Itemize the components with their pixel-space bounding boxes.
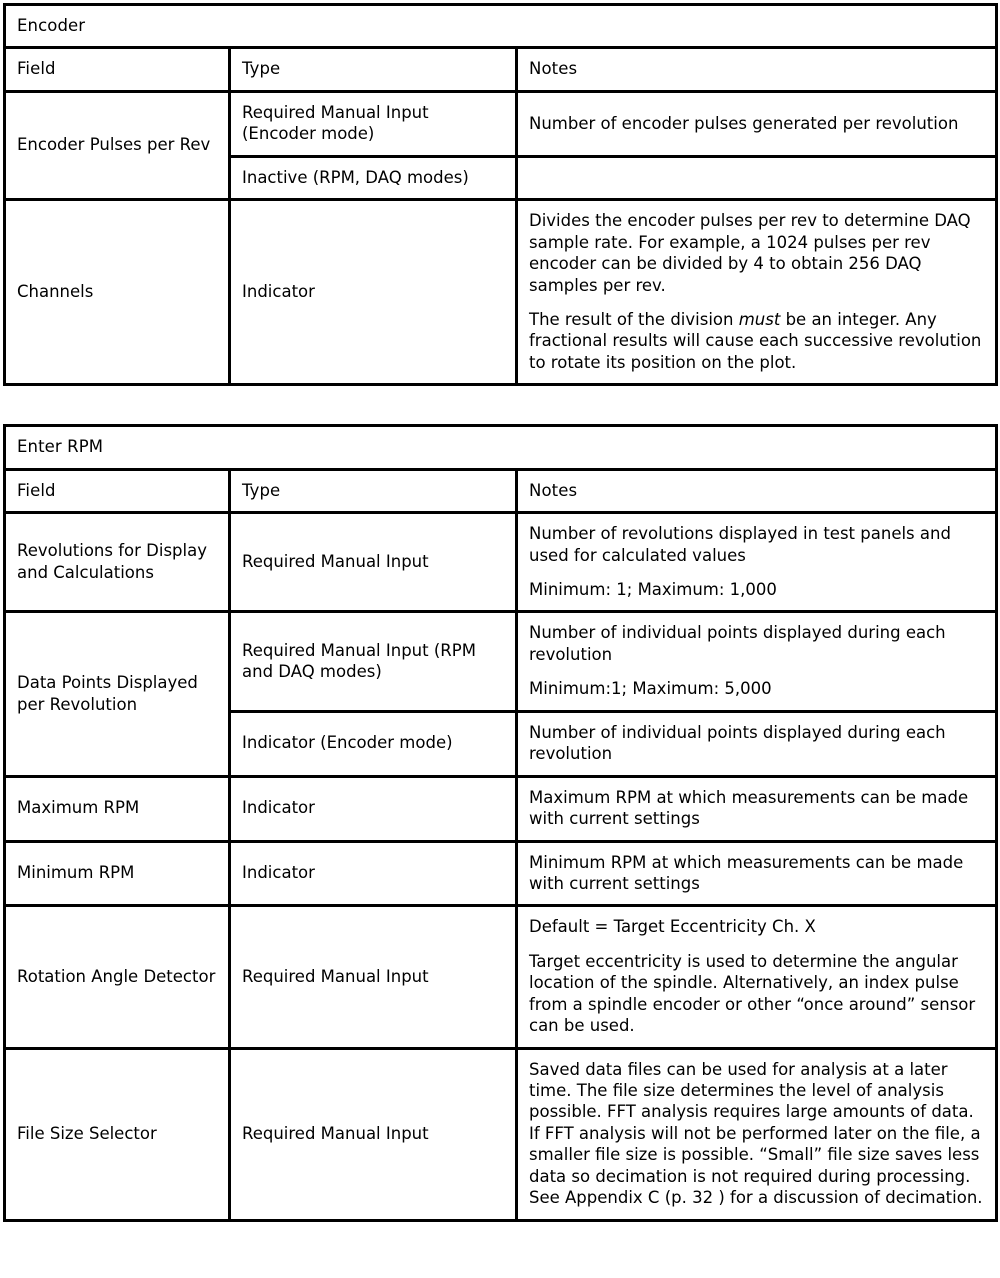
field-name-cell: Encoder Pulses per Rev [3,89,231,202]
field-name-cell: Maximum RPM [3,774,231,843]
field-type-cell: Required Manual Input (Encoder mode) [228,89,518,158]
note-paragraph: Target eccentricity is used to determine… [529,951,976,1036]
note-paragraph: Maximum RPM at which measurements can be… [529,787,969,829]
field-notes-cell: Number of individual points displayed du… [515,610,998,713]
field-notes-cell: Number of individual points displayed du… [515,709,998,778]
field-notes-cell: Minimum RPM at which measurements can be… [515,839,998,908]
column-header-field: Field [3,46,231,93]
section-title-encoder: Encoder [2,2,999,50]
field-name-cell: Revolutions for Display and Calculations [3,511,231,614]
note-paragraph: Default = Target Eccentricity Ch. X [529,917,816,937]
table-row: Maximum RPM Indicator Maximum RPM at whi… [3,774,998,843]
table-row: Revolutions for Display and Calculations… [3,511,998,614]
column-header-notes: Notes [515,467,998,515]
table-row: Channels Indicator Divides the encoder p… [3,198,999,387]
table-section-title-row: Encoder [2,2,999,50]
note-paragraph: The result of the division must be an in… [529,309,982,372]
field-name-cell: Minimum RPM [3,839,231,908]
table-row: Encoder Pulses per Rev Required Manual I… [3,89,999,202]
column-header-type: Type [228,46,518,93]
table-row: Rotation Angle Detector Required Manual … [3,904,998,1050]
field-type-cell: Required Manual Input [228,1046,518,1222]
field-type-cell: Indicator [228,198,518,387]
table-row: Data Points Displayed per Revolution Req… [3,610,998,778]
table-section-title-row: Enter RPM [3,424,998,471]
note-paragraph: Minimum:1; Maximum: 5,000 [529,679,772,699]
emphasized-word: must [738,309,781,329]
document-page: Encoder Field Type Notes Encoder Pulses … [0,0,1000,1278]
note-paragraph: Saved data files can be used for analysi… [529,1059,983,1208]
field-notes-cell: Number of encoder pulses generated per r… [514,89,999,158]
section-title-enter-rpm: Enter RPM [3,424,998,471]
note-paragraph: Number of revolutions displayed in test … [529,524,951,565]
table-row: File Size Selector Required Manual Input… [3,1046,998,1222]
note-paragraph: Number of individual points displayed du… [529,722,946,764]
note-paragraph: Number of individual points displayed du… [529,623,946,664]
field-name-cell: File Size Selector [3,1046,231,1222]
field-type-cell: Indicator [228,839,518,908]
column-header-row: Field Type Notes [3,467,998,515]
column-header-row: Field Type Notes [3,46,999,93]
field-type-cell: Required Manual Input [228,511,518,614]
field-notes-cell: Maximum RPM at which measurements can be… [515,774,998,843]
field-notes-cell: Divides the encoder pulses per rev to de… [514,198,999,387]
field-name-cell: Data Points Displayed per Revolution [3,610,231,778]
column-header-type: Type [228,467,518,515]
field-notes-cell: Saved data files can be used for analysi… [515,1046,998,1222]
field-type-cell: Inactive (RPM, DAQ modes) [228,154,518,202]
note-paragraph: Minimum RPM at which measurements can be… [529,852,964,893]
field-name-cell: Rotation Angle Detector [3,904,231,1050]
field-type-cell: Required Manual Input (RPM and DAQ modes… [228,610,518,713]
field-notes-cell: Number of revolutions displayed in test … [515,511,998,614]
column-header-notes: Notes [514,46,999,93]
note-paragraph: Minimum: 1; Maximum: 1,000 [529,580,777,599]
field-type-cell: Indicator (Encoder mode) [228,709,518,778]
note-paragraph: Number of encoder pulses generated per r… [529,113,959,133]
field-type-cell: Required Manual Input [228,904,518,1050]
field-type-cell: Indicator [228,774,518,843]
enter-rpm-spec-table: Enter RPM Field Type Notes Revolutions f… [3,424,998,1222]
encoder-spec-table: Encoder Field Type Notes Encoder Pulses … [2,2,999,387]
field-notes-cell [514,154,999,202]
field-name-cell: Channels [3,198,231,387]
field-notes-cell: Default = Target Eccentricity Ch. X Targ… [515,904,998,1050]
note-paragraph: Divides the encoder pulses per rev to de… [529,211,971,295]
table-row: Minimum RPM Indicator Minimum RPM at whi… [3,839,998,908]
column-header-field: Field [3,467,231,515]
